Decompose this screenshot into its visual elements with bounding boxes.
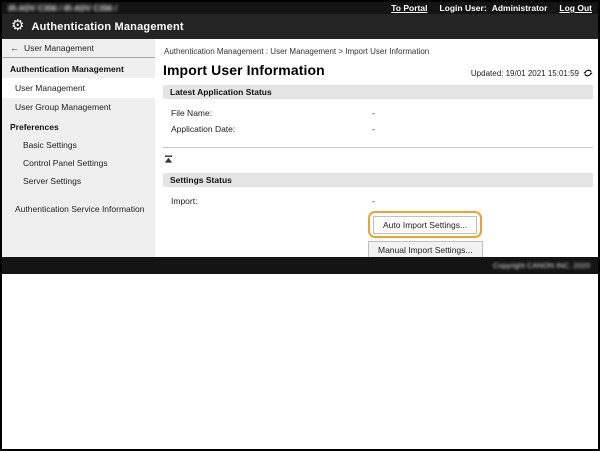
- login-user-value: Administrator: [492, 3, 548, 13]
- callout-highlight: Auto Import Settings...: [368, 211, 482, 238]
- import-label: Import:: [171, 196, 372, 206]
- section-header-latest-application-status: Latest Application Status: [163, 85, 593, 99]
- page-title: Import User Information: [163, 62, 325, 78]
- app-title-bar: ⚙ Authentication Management: [2, 14, 598, 39]
- sidebar-item-user-group-management[interactable]: User Group Management: [2, 98, 155, 116]
- sidebar-item-user-management[interactable]: User Management: [2, 78, 155, 98]
- application-date-value: -: [372, 124, 375, 134]
- field-row-application-date: Application Date: -: [163, 121, 593, 137]
- device-name: iR-ADV C356 / iR-ADV C356 /: [8, 4, 117, 13]
- log-out-link[interactable]: Log Out: [559, 3, 592, 13]
- sidebar-back-user-management[interactable]: ← User Management: [2, 39, 155, 58]
- login-user-group: Login User: Administrator: [439, 3, 547, 13]
- import-value: -: [372, 196, 375, 206]
- file-name-label: File Name:: [171, 108, 372, 118]
- sidebar-back-label: User Management: [24, 43, 94, 53]
- back-arrow-icon: ←: [10, 43, 19, 53]
- section-header-settings-status: Settings Status: [163, 173, 593, 187]
- topbar-links: To Portal Login User: Administrator Log …: [391, 3, 592, 13]
- refresh-icon[interactable]: [583, 68, 593, 78]
- file-name-value: -: [372, 108, 375, 118]
- app-title: Authentication Management: [31, 21, 183, 33]
- sidebar: ← User Management Authentication Managem…: [2, 39, 155, 257]
- breadcrumb: Authentication Management : User Managem…: [163, 45, 593, 62]
- sidebar-item-basic-settings[interactable]: Basic Settings: [2, 136, 155, 154]
- manual-import-settings-button[interactable]: Manual Import Settings...: [368, 241, 483, 257]
- browser-viewport: iR-ADV C356 / iR-ADV C356 / To Portal Lo…: [0, 0, 600, 451]
- updated-timestamp: Updated: 19/01 2021 15:01:59: [471, 69, 579, 78]
- login-user-label: Login User:: [439, 3, 486, 13]
- auto-import-settings-button[interactable]: Auto Import Settings...: [373, 216, 477, 234]
- scroll-to-top-icon[interactable]: [164, 155, 173, 164]
- main-content: Authentication Management : User Managem…: [155, 39, 598, 257]
- updated-info: Updated: 19/01 2021 15:01:59: [471, 68, 593, 78]
- sidebar-item-control-panel-settings[interactable]: Control Panel Settings: [2, 154, 155, 172]
- title-row: Import User Information Updated: 19/01 2…: [163, 62, 593, 85]
- sidebar-item-server-settings[interactable]: Server Settings: [2, 172, 155, 190]
- sidebar-header-authentication-management: Authentication Management: [2, 58, 155, 78]
- application-date-label: Application Date:: [171, 124, 372, 134]
- field-row-import: Import: -: [163, 193, 593, 209]
- top-status-bar: iR-ADV C356 / iR-ADV C356 / To Portal Lo…: [2, 2, 598, 14]
- copyright-text: Copyright CANON INC. 2020: [493, 261, 590, 270]
- empty-area: [2, 274, 598, 447]
- separator: [163, 147, 593, 148]
- sidebar-header-preferences: Preferences: [2, 116, 155, 136]
- field-row-file-name: File Name: -: [163, 105, 593, 121]
- footer-bar: Copyright CANON INC. 2020: [2, 257, 598, 274]
- sidebar-item-authentication-service-information[interactable]: Authentication Service Information: [2, 200, 155, 218]
- import-buttons: Auto Import Settings... Manual Import Se…: [368, 211, 593, 257]
- to-portal-link[interactable]: To Portal: [391, 3, 427, 13]
- body-row: ← User Management Authentication Managem…: [2, 39, 598, 257]
- gear-icon: ⚙: [11, 18, 24, 33]
